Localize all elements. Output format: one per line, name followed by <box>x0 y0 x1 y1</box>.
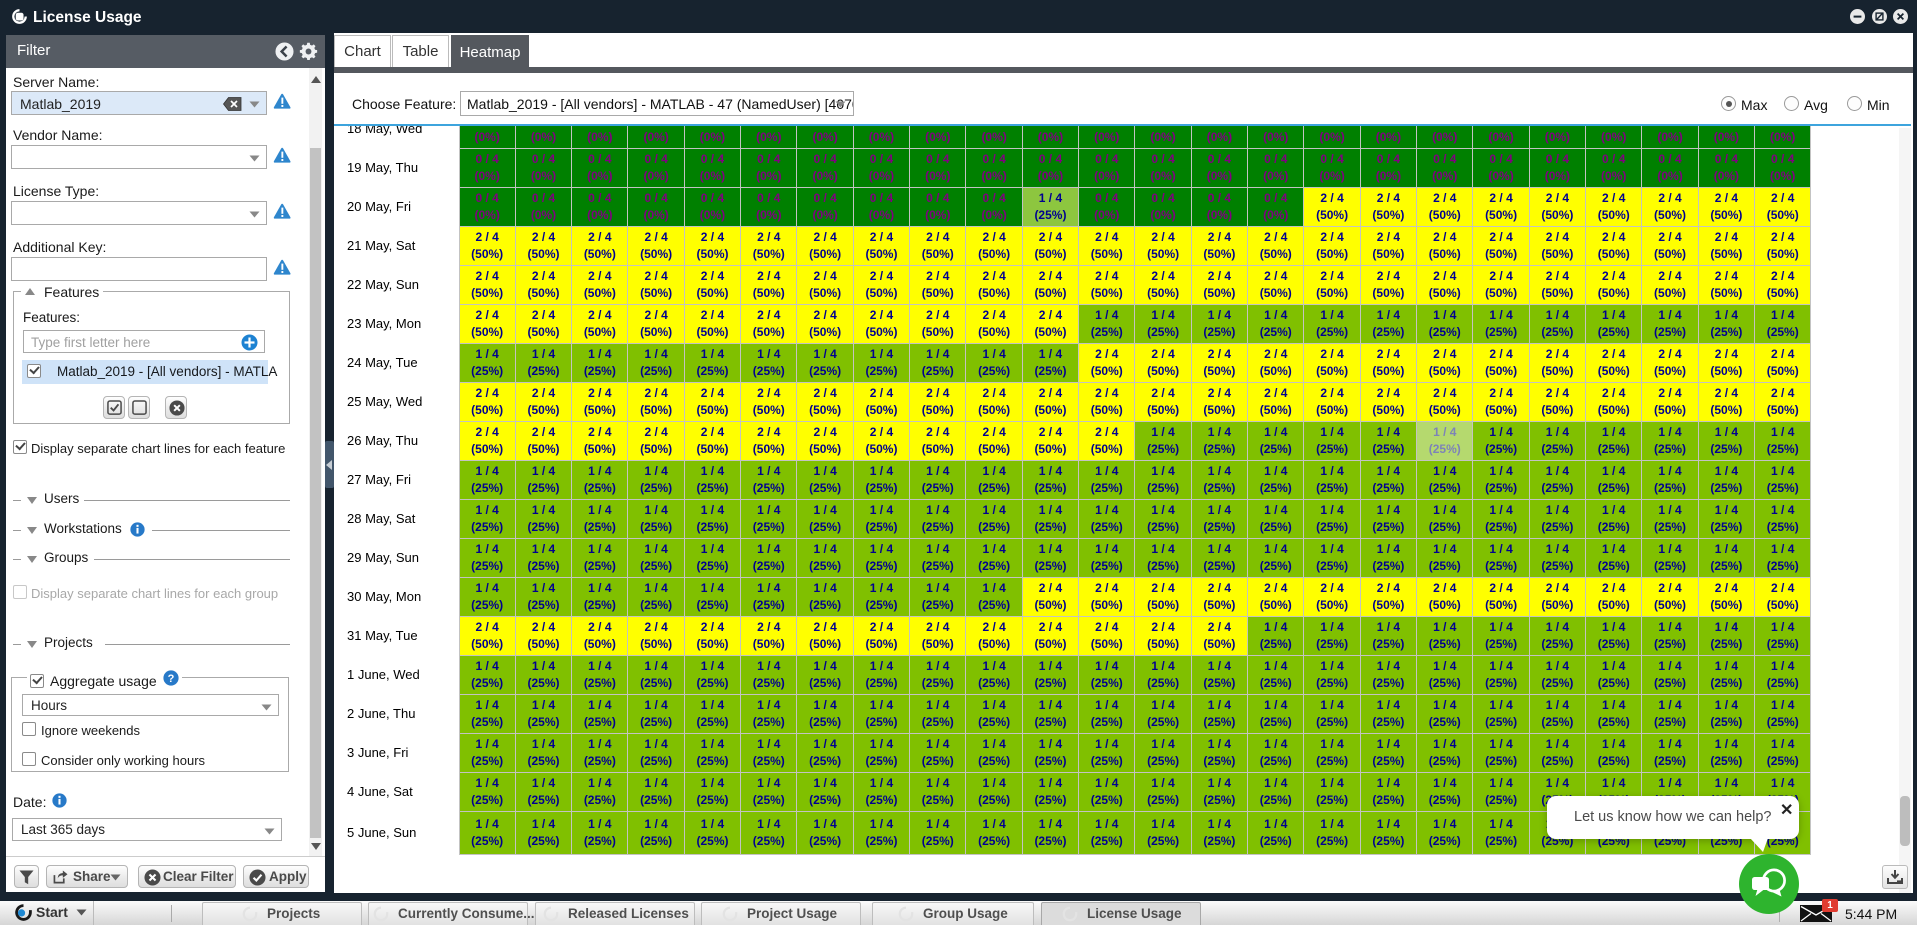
svg-text:?: ? <box>167 673 174 685</box>
